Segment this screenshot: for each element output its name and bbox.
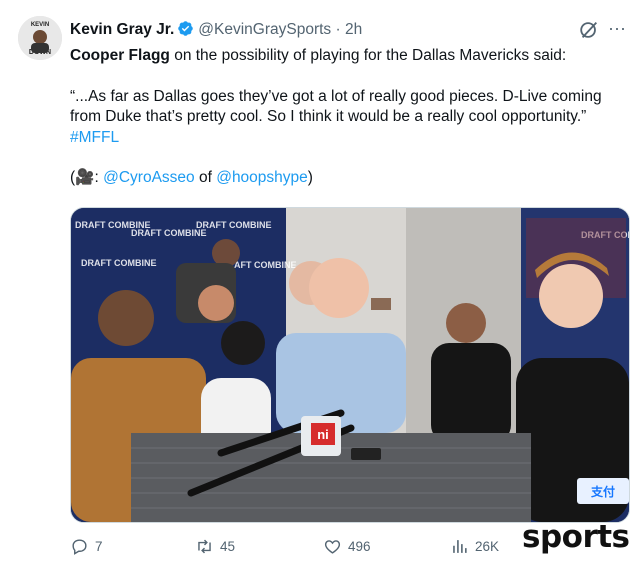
heart-icon bbox=[324, 539, 341, 554]
views-count: 26K bbox=[475, 538, 500, 554]
separator-dot: · bbox=[335, 21, 341, 38]
avatar[interactable]: KEVIN DOWN bbox=[18, 16, 62, 60]
video-media[interactable]: DRAFT COMBINE DRAFT COMBINE DRAFT COMBIN… bbox=[70, 207, 630, 523]
media-badge: 支付 bbox=[590, 484, 615, 499]
credit-colon: : bbox=[94, 169, 104, 186]
like-count: 496 bbox=[348, 538, 371, 554]
tweet-header: Kevin Gray Jr. @KevinGraySports · 2h bbox=[70, 20, 628, 42]
more-options-icon[interactable]: ··· bbox=[604, 18, 630, 42]
views-icon bbox=[453, 539, 467, 553]
repost-count: 45 bbox=[220, 538, 236, 554]
repost-button[interactable]: 45 bbox=[195, 534, 235, 558]
mention-link-cyroasseo[interactable]: @CyroAsseo bbox=[103, 169, 195, 186]
mention-bold-name: Cooper Flagg bbox=[70, 47, 170, 64]
reply-count: 7 bbox=[95, 538, 103, 554]
tweet-line1: on the possibility of playing for the Da… bbox=[169, 47, 567, 64]
camera-emoji-icon: 🎥 bbox=[75, 169, 95, 186]
tweet-card: KEVIN DOWN Kevin Gray Jr. @KevinGraySport… bbox=[0, 0, 640, 570]
mic-logo-text: ni bbox=[317, 427, 329, 442]
views-button[interactable]: 26K bbox=[450, 534, 499, 558]
tweet-quote: “...As far as Dallas goes they’ve got a … bbox=[70, 87, 602, 126]
author-handle[interactable]: @KevinGraySports bbox=[198, 21, 331, 38]
sports-watermark: sports bbox=[522, 519, 630, 555]
author-name[interactable]: Kevin Gray Jr. bbox=[70, 21, 174, 38]
reply-icon bbox=[72, 538, 87, 555]
verified-badge-icon bbox=[178, 21, 194, 36]
timestamp[interactable]: 2h bbox=[345, 21, 362, 38]
avatar-text-top: KEVIN bbox=[31, 22, 49, 28]
repost-icon bbox=[198, 539, 211, 553]
hashtag-link[interactable]: #MFFL bbox=[70, 129, 119, 146]
backdrop-text: DRAFT COMBINE bbox=[196, 220, 272, 230]
reply-button[interactable]: 7 bbox=[70, 534, 103, 558]
mention-link-hoopshype[interactable]: @hoopshype bbox=[216, 169, 308, 186]
grok-icon[interactable] bbox=[578, 19, 600, 41]
tweet-text: Cooper Flagg on the possibility of playi… bbox=[70, 46, 625, 189]
credit-close: ) bbox=[307, 169, 313, 186]
like-button[interactable]: 496 bbox=[323, 534, 371, 558]
backdrop-text: DRAFT COMBINE bbox=[81, 258, 157, 268]
credit-of: of bbox=[194, 169, 217, 186]
